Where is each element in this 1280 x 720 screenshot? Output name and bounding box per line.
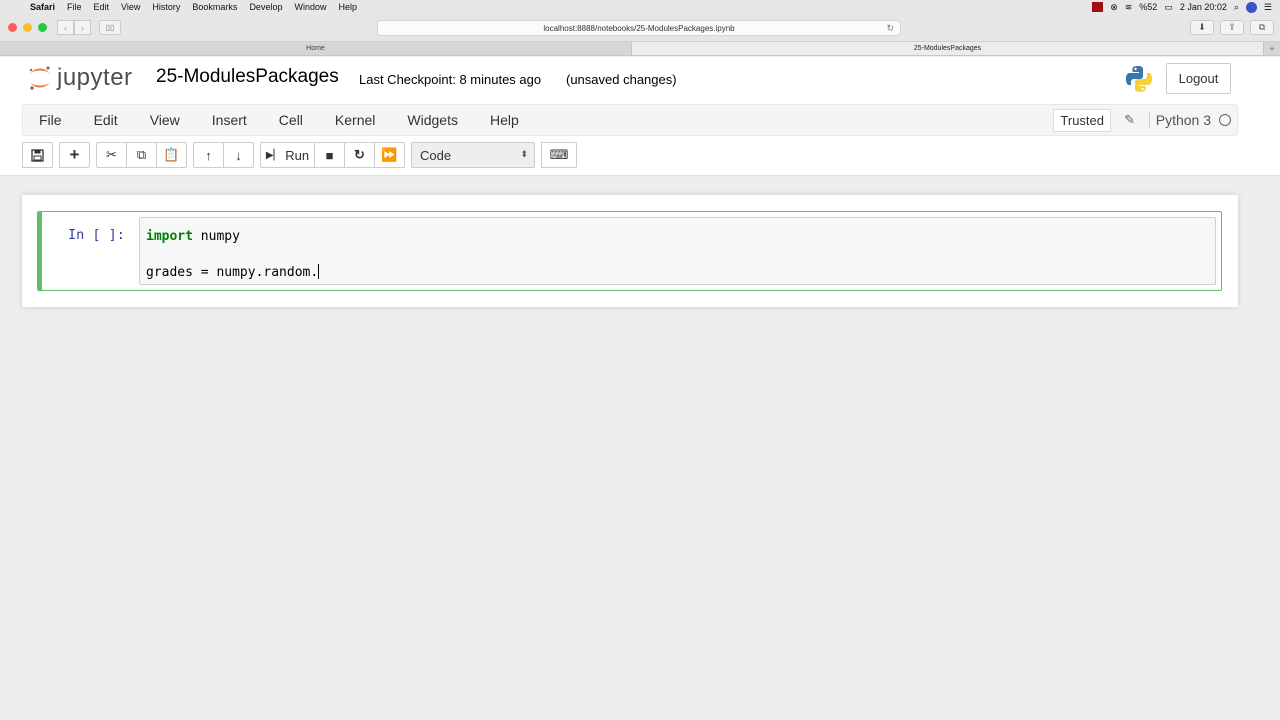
battery-icon[interactable]: ▭ — [1164, 2, 1173, 13]
menu-bookmarks[interactable]: Bookmarks — [186, 0, 243, 14]
nb-menu-cell[interactable]: Cell — [263, 112, 319, 128]
command-palette-keyboard-icon[interactable]: ⌨ — [541, 142, 577, 168]
browser-tab-notebook[interactable]: 25-ModulesPackages — [632, 42, 1264, 55]
jupyter-logo-text: jupyter — [57, 64, 133, 91]
tab-title: Home — [306, 45, 325, 52]
jupyter-header: jupyter 25-ModulesPackages Last Checkpoi… — [0, 57, 1280, 104]
notebook-toolbar: + ✂ ⧉ 📋 ↑ ↓ ▶▏ Run ■ ↻ ⏩ Code ⬍ ⌨ — [22, 142, 583, 168]
code-keyword: import — [146, 229, 193, 244]
fullscreen-window-icon[interactable] — [38, 23, 47, 32]
cut-icon[interactable]: ✂ — [96, 142, 127, 168]
jupyter-logo-icon — [29, 66, 50, 90]
move-cell-down-icon[interactable]: ↓ — [223, 142, 254, 168]
save-icon[interactable] — [22, 142, 53, 168]
code-line-1-rest: numpy — [192, 229, 240, 244]
clock[interactable]: 2 Jan 20:02 — [1180, 2, 1227, 12]
interrupt-kernel-icon[interactable]: ■ — [314, 142, 345, 168]
code-content: import numpy grades = numpy.random. — [146, 228, 320, 282]
restart-run-all-icon[interactable]: ⏩ — [374, 142, 405, 168]
restart-kernel-icon[interactable]: ↻ — [344, 142, 375, 168]
insert-cell-below-icon[interactable]: + — [59, 142, 90, 168]
code-editor[interactable]: import numpy grades = numpy.random. — [139, 217, 1216, 285]
minimize-window-icon[interactable] — [23, 23, 32, 32]
nb-menu-kernel[interactable]: Kernel — [319, 112, 391, 128]
paste-icon[interactable]: 📋 — [156, 142, 187, 168]
menu-edit[interactable]: Edit — [88, 0, 116, 14]
jupyter-page: jupyter 25-ModulesPackages Last Checkpoi… — [0, 57, 1280, 720]
text-cursor — [318, 264, 320, 279]
menu-window[interactable]: Window — [288, 0, 332, 14]
tabs-overview-icon[interactable]: ⧉ — [1250, 20, 1274, 35]
macos-menu-bar: Safari File Edit View History Bookmarks … — [0, 0, 1280, 14]
menu-history[interactable]: History — [146, 0, 186, 14]
browser-toolbar: ‹ › ▯▯ localhost:8888/notebooks/25-Modul… — [0, 14, 1280, 42]
wifi-icon[interactable]: ≋ — [1125, 2, 1133, 13]
python-logo-icon — [1126, 66, 1152, 92]
trusted-indicator[interactable]: Trusted — [1053, 109, 1111, 132]
checkpoint-status: Last Checkpoint: 8 minutes ago — [359, 72, 542, 87]
forward-icon[interactable]: › — [74, 20, 91, 35]
close-window-icon[interactable] — [8, 23, 17, 32]
copy-icon[interactable]: ⧉ — [126, 142, 157, 168]
code-line-2: grades = numpy.random. — [146, 265, 319, 280]
nb-menu-edit[interactable]: Edit — [78, 112, 134, 128]
notification-center-icon[interactable]: ☰ — [1264, 2, 1272, 13]
record-icon[interactable] — [1092, 2, 1104, 12]
nb-menu-view[interactable]: View — [134, 112, 196, 128]
back-icon[interactable]: ‹ — [57, 20, 74, 35]
kernel-name[interactable]: Python 3 — [1148, 112, 1211, 128]
cell-type-value: Code — [420, 147, 452, 163]
autosave-status: (unsaved changes) — [566, 72, 677, 87]
run-icon: ▶▏ — [265, 149, 282, 161]
nb-menu-help[interactable]: Help — [474, 112, 535, 128]
share-icon[interactable]: ⇪ — [1220, 20, 1244, 35]
run-button[interactable]: ▶▏ Run — [260, 142, 315, 168]
logout-button[interactable]: Logout — [1166, 63, 1231, 94]
jupyter-logo[interactable]: jupyter — [27, 64, 133, 92]
select-arrows-icon: ⬍ — [520, 149, 528, 159]
code-cell[interactable]: In [ ]: import numpy grades = numpy.rand… — [37, 211, 1222, 291]
nb-menu-file[interactable]: File — [23, 112, 78, 128]
menu-help[interactable]: Help — [332, 0, 363, 14]
notebook-title[interactable]: 25-ModulesPackages — [156, 66, 339, 88]
tab-title: 25-ModulesPackages — [913, 45, 982, 52]
reload-icon[interactable]: ↻ — [886, 23, 894, 34]
downloads-icon[interactable]: ⬇ — [1190, 20, 1214, 35]
cell-type-select[interactable]: Code ⬍ — [411, 142, 535, 168]
address-bar[interactable]: localhost:8888/notebooks/25-ModulesPacka… — [377, 20, 901, 36]
nb-menu-insert[interactable]: Insert — [196, 112, 263, 128]
sidebar-toggle-icon[interactable]: ▯▯ — [99, 20, 121, 35]
url-text: localhost:8888/notebooks/25-ModulesPacka… — [543, 23, 735, 33]
menu-file[interactable]: File — [61, 0, 88, 14]
run-label: Run — [285, 147, 310, 163]
menu-view[interactable]: View — [115, 0, 146, 14]
browser-tab-bar: Home 25-ModulesPackages + — [0, 42, 1280, 56]
vpn-icon[interactable]: ⊗ — [1110, 2, 1118, 13]
notebook-menu-area: File Edit View Insert Cell Kernel Widget… — [0, 104, 1280, 176]
nb-menu-widgets[interactable]: Widgets — [391, 112, 474, 128]
cell-input-prompt: In [ ]: — [68, 227, 125, 243]
kernel-idle-icon — [1219, 114, 1231, 126]
new-tab-icon[interactable]: + — [1264, 42, 1280, 55]
spotlight-icon[interactable]: ⌕ — [1234, 2, 1239, 13]
menu-develop[interactable]: Develop — [243, 0, 288, 14]
notebook-menubar: File Edit View Insert Cell Kernel Widget… — [22, 104, 1238, 136]
browser-tab-home[interactable]: Home — [0, 42, 632, 55]
notebook-container: In [ ]: import numpy grades = numpy.rand… — [22, 195, 1238, 307]
edit-mode-pencil-icon: ✎ — [1124, 112, 1135, 127]
battery-percent[interactable]: %52 — [1139, 2, 1157, 12]
move-cell-up-icon[interactable]: ↑ — [193, 142, 224, 168]
menu-app-name[interactable]: Safari — [24, 0, 61, 14]
siri-icon[interactable] — [1245, 1, 1257, 13]
